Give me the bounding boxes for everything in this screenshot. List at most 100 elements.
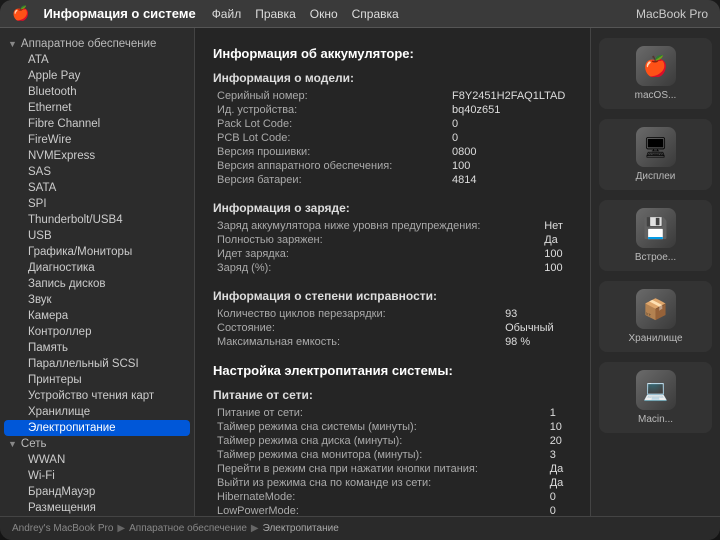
row-label: LowPowerMode:: [213, 504, 546, 516]
sidebar-item-firewire[interactable]: FireWire: [4, 132, 190, 148]
card-storage[interactable]: 📦 Хранилище: [599, 281, 712, 352]
table-row: Полностью заряжен:Да: [213, 233, 572, 247]
menu-bar: 🍎 Информация о системе Файл Правка Окно …: [0, 0, 720, 28]
table-row: Pack Lot Code:0: [213, 117, 572, 131]
card-displays[interactable]: 🖥 Дисплеи: [599, 119, 712, 190]
sidebar-item-wifi[interactable]: Wi-Fi: [4, 468, 190, 484]
sidebar-item-nvmexpress[interactable]: NVMExpress: [4, 148, 190, 164]
detail-panel: Информация об аккумуляторе: Информация о…: [195, 28, 590, 516]
card-macin[interactable]: 💻 Macin...: [599, 362, 712, 433]
displays-icon: 🖥: [636, 127, 676, 167]
charge-header: Информация о заряде:: [213, 201, 572, 215]
hardware-section-header[interactable]: ▼ Аппаратное обеспечение: [0, 36, 194, 52]
row-value: 0800: [448, 145, 572, 159]
sidebar-item-cardreader[interactable]: Устройство чтения карт: [4, 388, 190, 404]
row-label: PCB Lot Code:: [213, 131, 448, 145]
sidebar-item-applepay[interactable]: Apple Pay: [4, 68, 190, 84]
sidebar-item-graphics[interactable]: Графика/Мониторы: [4, 244, 190, 260]
storage-icon: 📦: [636, 289, 676, 329]
sidebar-item-spi[interactable]: SPI: [4, 196, 190, 212]
sidebar-item-power[interactable]: Электропитание: [4, 420, 190, 436]
right-panel: 🍎 macOS... 🖥 Дисплеи 💾 Встрое... 📦 Храни…: [590, 28, 720, 516]
macos-icon: 🍎: [636, 46, 676, 86]
sidebar-item-printers[interactable]: Принтеры: [4, 372, 190, 388]
menu-file[interactable]: Файл: [212, 7, 242, 21]
battery-info-table: Серийный номер:F8Y2451H2FAQ1LTADИд. устр…: [213, 89, 572, 187]
table-row: Версия аппаратного обеспечения:100: [213, 159, 572, 173]
sidebar-item-fibrechannel[interactable]: Fibre Channel: [4, 116, 190, 132]
row-label: Ид. устройства:: [213, 103, 448, 117]
row-value: 93: [501, 307, 572, 321]
battery-model-header: Информация о модели:: [213, 71, 572, 85]
macin-icon: 💻: [636, 370, 676, 410]
row-value: 98 %: [501, 335, 572, 349]
row-value: 0: [448, 131, 572, 145]
row-label: Состояние:: [213, 321, 501, 335]
breadcrumb-part3: Электропитание: [263, 523, 339, 534]
displays-label: Дисплеи: [636, 171, 676, 182]
table-row: Перейти в режим сна при нажатии кнопки п…: [213, 462, 572, 476]
sidebar-item-firewall[interactable]: БрандМауэр: [4, 484, 190, 500]
row-value: Да: [546, 476, 572, 490]
network-section-header[interactable]: ▼ Сеть: [0, 436, 194, 452]
sidebar-item-camera[interactable]: Камера: [4, 308, 190, 324]
macos-label: macOS...: [635, 90, 677, 101]
row-value: Да: [540, 233, 572, 247]
health-table: Количество циклов перезарядки:93Состояни…: [213, 307, 572, 349]
table-row: Серийный номер:F8Y2451H2FAQ1LTAD: [213, 89, 572, 103]
sidebar-item-sound[interactable]: Звук: [4, 292, 190, 308]
charge-table: Заряд аккумулятора ниже уровня предупреж…: [213, 219, 572, 275]
sidebar-item-controller[interactable]: Контроллер: [4, 324, 190, 340]
sidebar-item-thunderbolt[interactable]: Thunderbolt/USB4: [4, 212, 190, 228]
row-label: Заряд аккумулятора ниже уровня предупреж…: [213, 219, 540, 233]
row-label: Версия аппаратного обеспечения:: [213, 159, 448, 173]
card-builtin[interactable]: 💾 Встрое...: [599, 200, 712, 271]
sidebar-item-usb[interactable]: USB: [4, 228, 190, 244]
sidebar-item-bluetooth[interactable]: Bluetooth: [4, 84, 190, 100]
sidebar-item-locations[interactable]: Размещения: [4, 500, 190, 516]
sidebar-item-parallelscsi[interactable]: Параллельный SCSI: [4, 356, 190, 372]
hardware-section-label: Аппаратное обеспечение: [21, 38, 156, 50]
card-macos[interactable]: 🍎 macOS...: [599, 38, 712, 109]
row-value: 0: [546, 504, 572, 516]
apple-icon[interactable]: 🍎: [12, 5, 29, 22]
row-value: 0: [546, 490, 572, 504]
sidebar-item-ata[interactable]: ATA: [4, 52, 190, 68]
sidebar-item-wwan[interactable]: WWAN: [4, 452, 190, 468]
sidebar-item-memory[interactable]: Память: [4, 340, 190, 356]
breadcrumb: Andrey's MacBook Pro ▶ Аппаратное обеспе…: [0, 516, 720, 540]
breadcrumb-part1: Andrey's MacBook Pro: [12, 523, 113, 534]
menu-edit[interactable]: Правка: [255, 7, 296, 21]
menu-items: Файл Правка Окно Справка: [212, 7, 399, 21]
row-value: 4814: [448, 173, 572, 187]
table-row: Количество циклов перезарядки:93: [213, 307, 572, 321]
row-value: 100: [448, 159, 572, 173]
row-value: bq40z651: [448, 103, 572, 117]
sidebar-item-diskburn[interactable]: Запись дисков: [4, 276, 190, 292]
row-label: Таймер режима сна диска (минуты):: [213, 434, 546, 448]
system-info-window: 🍎 Информация о системе Файл Правка Окно …: [0, 0, 720, 540]
row-label: Pack Lot Code:: [213, 117, 448, 131]
window-title: MacBook Pro: [636, 7, 708, 21]
row-value: 10: [546, 420, 572, 434]
sidebar-item-ethernet[interactable]: Ethernet: [4, 100, 190, 116]
row-label: Питание от сети:: [213, 406, 546, 420]
app-title: Информация о системе: [43, 6, 195, 21]
sidebar-item-storage[interactable]: Хранилище: [4, 404, 190, 420]
row-value: 3: [546, 448, 572, 462]
health-header: Информация о степени исправности:: [213, 289, 572, 303]
menu-help[interactable]: Справка: [352, 7, 399, 21]
sidebar-item-sata[interactable]: SATA: [4, 180, 190, 196]
table-row: Версия прошивки:0800: [213, 145, 572, 159]
builtin-label: Встрое...: [635, 252, 676, 263]
builtin-icon: 💾: [636, 208, 676, 248]
network-section-label: Сеть: [21, 438, 47, 450]
battery-section-title: Информация об аккумуляторе:: [213, 46, 572, 61]
network-arrow-icon: ▼: [8, 439, 17, 449]
menu-window[interactable]: Окно: [310, 7, 338, 21]
row-label: Таймер режима сна монитора (минуты):: [213, 448, 546, 462]
sidebar-item-sas[interactable]: SAS: [4, 164, 190, 180]
row-value: 1: [546, 406, 572, 420]
sidebar-item-diagnostics[interactable]: Диагностика: [4, 260, 190, 276]
table-row: Заряд (%):100: [213, 261, 572, 275]
